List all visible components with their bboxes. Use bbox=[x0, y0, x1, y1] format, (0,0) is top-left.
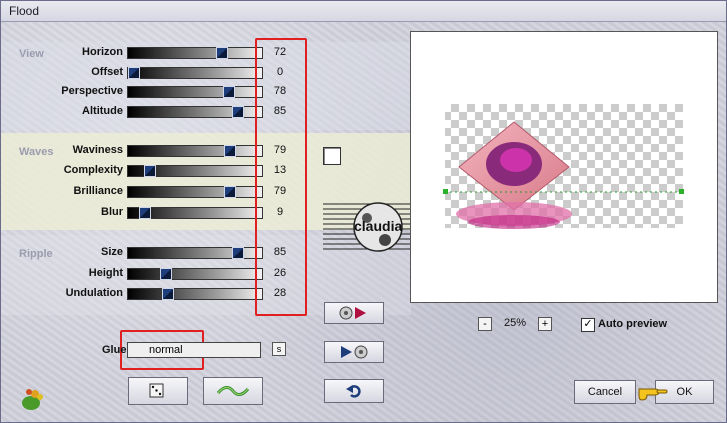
perspective-slider[interactable] bbox=[127, 86, 263, 98]
height-slider[interactable] bbox=[127, 268, 263, 280]
slider-thumb[interactable] bbox=[224, 186, 237, 198]
slider-thumb[interactable] bbox=[143, 165, 156, 177]
logo-text: claudia bbox=[354, 218, 403, 234]
slider-label: Undulation bbox=[65, 287, 123, 299]
slider-thumb[interactable] bbox=[224, 145, 237, 157]
slider-label: Height bbox=[88, 267, 123, 279]
preview-pane bbox=[410, 31, 718, 303]
slider-thumb[interactable] bbox=[231, 106, 244, 118]
slider-thumb[interactable] bbox=[159, 268, 172, 280]
flood-dialog: Flood View Waves Ripple Horizon 72 Offse… bbox=[0, 0, 727, 423]
glue-value: normal bbox=[149, 344, 183, 356]
hand-flower-logo-icon[interactable] bbox=[19, 385, 47, 413]
play-back-button[interactable] bbox=[324, 341, 384, 363]
wave-icon bbox=[216, 386, 250, 396]
cancel-button[interactable]: Cancel bbox=[574, 380, 636, 404]
cancel-label: Cancel bbox=[587, 386, 623, 398]
undo-arrow-icon bbox=[346, 385, 361, 398]
blur-slider[interactable] bbox=[127, 207, 263, 219]
slider-label: Size bbox=[100, 246, 123, 258]
play-disc-icon bbox=[341, 345, 368, 359]
values-highlight-box bbox=[255, 38, 307, 316]
glue-select[interactable]: normal bbox=[127, 342, 261, 358]
offset-slider[interactable] bbox=[127, 67, 263, 79]
slider-thumb[interactable] bbox=[128, 67, 140, 79]
altitude-slider[interactable] bbox=[127, 106, 263, 118]
slider-label: Perspective bbox=[61, 85, 123, 97]
slider-label: Altitude bbox=[82, 105, 123, 117]
window-title: Flood bbox=[9, 4, 40, 18]
ok-label: OK bbox=[676, 386, 693, 398]
horizon-slider[interactable] bbox=[127, 47, 263, 59]
wave-preset-button[interactable] bbox=[203, 377, 263, 405]
play-forward-button[interactable] bbox=[324, 302, 384, 324]
slider-label: Waviness bbox=[72, 144, 123, 156]
reset-button[interactable] bbox=[324, 379, 384, 403]
zoom-out-button[interactable]: - bbox=[478, 317, 492, 331]
random-dice-button[interactable] bbox=[128, 377, 188, 405]
glue-s-button[interactable]: s bbox=[272, 342, 286, 356]
slider-thumb[interactable] bbox=[215, 47, 228, 59]
slider-thumb[interactable] bbox=[138, 207, 151, 219]
zoom-in-button[interactable]: + bbox=[538, 317, 552, 331]
auto-preview-checkbox[interactable]: ✓ bbox=[581, 318, 595, 332]
preset-checkbox[interactable] bbox=[323, 147, 341, 165]
size-slider[interactable] bbox=[127, 247, 263, 259]
glue-label: Glue bbox=[102, 344, 127, 356]
slider-label: Offset bbox=[91, 66, 123, 78]
preview-image bbox=[443, 104, 684, 229]
zoom-level: 25% bbox=[504, 317, 527, 329]
dice-icon bbox=[149, 383, 164, 398]
waviness-slider[interactable] bbox=[127, 145, 263, 157]
slider-thumb[interactable] bbox=[223, 86, 236, 98]
auto-preview-label: Auto preview bbox=[598, 318, 668, 330]
slider-thumb[interactable] bbox=[162, 288, 175, 300]
slider-label: Blur bbox=[101, 206, 123, 218]
slider-thumb[interactable] bbox=[231, 247, 244, 259]
slider-label: Horizon bbox=[82, 46, 123, 58]
slider-label: Brilliance bbox=[73, 185, 123, 197]
brilliance-slider[interactable] bbox=[127, 186, 263, 198]
title-bar: Flood bbox=[1, 1, 726, 22]
slider-label: Complexity bbox=[63, 164, 123, 176]
undulation-slider[interactable] bbox=[127, 288, 263, 300]
pointing-hand-icon bbox=[637, 381, 669, 403]
dialog-content: View Waves Ripple Horizon 72 Offset 0 Pe… bbox=[1, 22, 726, 422]
disc-play-icon bbox=[339, 306, 366, 320]
complexity-slider[interactable] bbox=[127, 165, 263, 177]
